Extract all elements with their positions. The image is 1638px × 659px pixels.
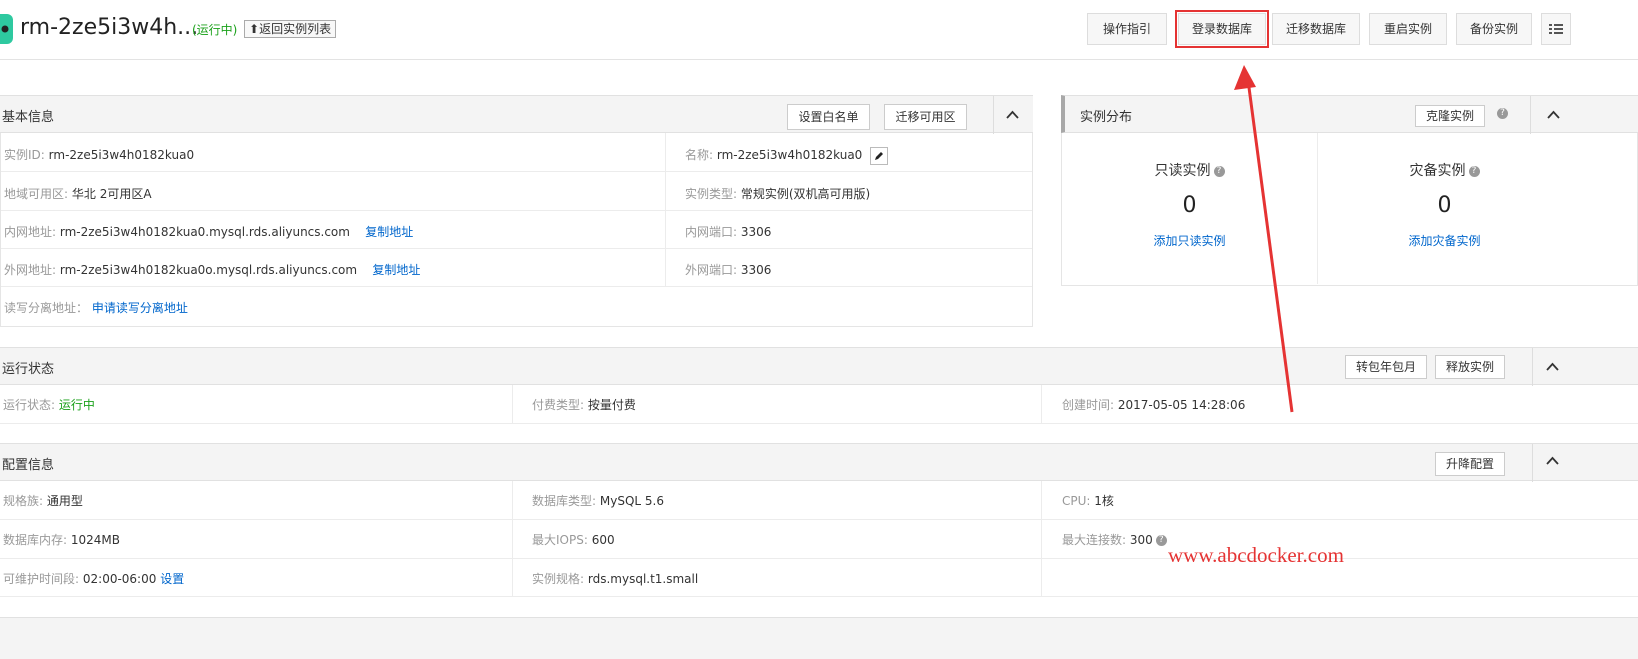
guide-button[interactable]: 操作指引 bbox=[1087, 13, 1167, 45]
spec-label: 实例规格: bbox=[532, 572, 585, 586]
maint-set-link[interactable]: 设置 bbox=[160, 572, 184, 586]
internet-label: 外网地址: bbox=[4, 263, 57, 277]
restart-button[interactable]: 重启实例 bbox=[1369, 13, 1447, 45]
family-label: 规格族: bbox=[3, 494, 44, 508]
migrate-zone-button[interactable]: 迁移可用区 bbox=[884, 104, 967, 130]
logo-icon bbox=[1, 25, 9, 33]
help-icon[interactable]: ? bbox=[1213, 165, 1225, 177]
copy-intranet-link[interactable]: 复制地址 bbox=[365, 225, 413, 239]
instance-id-label: 实例ID: bbox=[4, 148, 45, 162]
iops-value: 600 bbox=[591, 533, 615, 547]
name-value: rm-2ze5i3w4h0182kua0 bbox=[716, 148, 863, 162]
instance-id-value: rm-2ze5i3w4h0182kua0 bbox=[48, 148, 195, 162]
maint-label: 可维护时间段: bbox=[3, 572, 80, 586]
collapse-icon[interactable] bbox=[1546, 456, 1559, 465]
region-value: 华北 2可用区A bbox=[71, 187, 152, 201]
spec-value: rds.mysql.t1.small bbox=[587, 572, 699, 586]
pencil-icon bbox=[875, 151, 884, 160]
created-label: 创建时间: bbox=[1062, 398, 1115, 412]
name-label: 名称: bbox=[685, 148, 714, 162]
dbtype-label: 数据库类型: bbox=[532, 494, 597, 508]
collapse-icon[interactable] bbox=[1547, 110, 1560, 119]
config-title: 配置信息 bbox=[2, 458, 55, 473]
release-button[interactable]: 释放实例 bbox=[1435, 355, 1505, 379]
next-section-header bbox=[0, 617, 1638, 659]
disaster-label: 灾备实例 bbox=[1409, 163, 1466, 179]
status-label: 运行状态: bbox=[3, 398, 56, 412]
rw-split-label: 读写分离地址： bbox=[4, 301, 89, 315]
internet-port-value: 3306 bbox=[740, 263, 772, 277]
header-divider-v bbox=[1530, 96, 1531, 134]
basic-info-header: 基本信息 设置白名单 迁移可用区 bbox=[0, 95, 1033, 134]
help-icon[interactable]: ? bbox=[1497, 108, 1508, 119]
conn-label: 最大连接数: bbox=[1062, 533, 1127, 547]
config-header: 配置信息 升降配置 bbox=[0, 443, 1638, 482]
arrow-up-icon: ⬆ bbox=[249, 22, 260, 36]
run-status-title: 运行状态 bbox=[2, 362, 55, 377]
internet-value: rm-2ze5i3w4h0182kua0o.mysql.rds.aliyuncs… bbox=[59, 263, 358, 277]
migrate-db-button[interactable]: 迁移数据库 bbox=[1272, 13, 1360, 45]
list-icon bbox=[1549, 24, 1563, 34]
billing-value: 按量付费 bbox=[587, 398, 636, 412]
help-icon[interactable]: ? bbox=[1468, 165, 1480, 177]
family-value: 通用型 bbox=[46, 494, 83, 508]
cpu-value: 1核 bbox=[1094, 494, 1114, 508]
disaster-count: 0 bbox=[1437, 193, 1452, 218]
billing-label: 付费类型: bbox=[532, 398, 585, 412]
intranet-label: 内网地址: bbox=[4, 225, 57, 239]
run-status-body: 运行状态: 运行中 付费类型: 按量付费 创建时间: 2017-05-05 14… bbox=[0, 385, 1638, 424]
type-value: 常规实例(双机高可用版) bbox=[740, 187, 871, 201]
readonly-label: 只读实例 bbox=[1154, 163, 1211, 179]
intranet-value: rm-2ze5i3w4h0182kua0.mysql.rds.aliyuncs.… bbox=[59, 225, 350, 239]
internet-port-label: 外网端口: bbox=[685, 263, 738, 277]
instance-logo bbox=[0, 14, 13, 44]
dbtype-value: MySQL 5.6 bbox=[599, 494, 664, 508]
maint-value: 02:00-06:00 bbox=[82, 572, 157, 586]
region-label: 地域可用区: bbox=[4, 187, 69, 201]
basic-info-body: 实例ID: rm-2ze5i3w4h0182kua0 名称: rm-2ze5i3… bbox=[0, 133, 1033, 327]
add-disaster-link[interactable]: 添加灾备实例 bbox=[1317, 232, 1572, 249]
iops-label: 最大IOPS: bbox=[532, 533, 588, 547]
intranet-port-label: 内网端口: bbox=[685, 225, 738, 239]
created-value: 2017-05-05 14:28:06 bbox=[1117, 398, 1246, 412]
instance-status: (运行中) bbox=[192, 23, 238, 37]
to-subscription-button[interactable]: 转包年包月 bbox=[1345, 355, 1427, 379]
distribution-body: 只读实例? 0 添加只读实例 灾备实例? 0 添加灾备实例 bbox=[1061, 133, 1638, 286]
conn-value: 300 bbox=[1129, 533, 1153, 547]
status-value: 运行中 bbox=[58, 398, 95, 412]
backup-button[interactable]: 备份实例 bbox=[1456, 13, 1532, 45]
copy-internet-link[interactable]: 复制地址 bbox=[372, 263, 420, 277]
intranet-port-value: 3306 bbox=[740, 225, 772, 239]
instance-title: rm-2ze5i3w4h... bbox=[20, 15, 199, 40]
edit-name-button[interactable] bbox=[870, 146, 889, 165]
watermark: www.abcdocker.com bbox=[1168, 543, 1344, 567]
menu-button[interactable] bbox=[1541, 13, 1571, 45]
collapse-icon[interactable] bbox=[1006, 110, 1019, 119]
header-divider-v bbox=[993, 96, 994, 134]
basic-info-title: 基本信息 bbox=[2, 110, 55, 125]
back-to-list-button[interactable]: ⬆返回实例列表 bbox=[244, 20, 337, 38]
header-divider bbox=[0, 59, 1638, 60]
distribution-title: 实例分布 bbox=[1080, 110, 1133, 125]
header-divider-v bbox=[1532, 444, 1533, 482]
distribution-header: 实例分布 克隆实例 ? bbox=[1061, 95, 1638, 134]
whitelist-button[interactable]: 设置白名单 bbox=[787, 104, 870, 130]
resize-button[interactable]: 升降配置 bbox=[1435, 452, 1505, 476]
memory-label: 数据库内存: bbox=[3, 533, 68, 547]
config-body: 规格族: 通用型 数据库类型: MySQL 5.6 CPU: 1核 数据库内存:… bbox=[0, 481, 1638, 597]
help-icon[interactable]: ? bbox=[1155, 535, 1167, 546]
run-status-header: 运行状态 转包年包月 释放实例 bbox=[0, 347, 1638, 386]
type-label: 实例类型: bbox=[685, 187, 738, 201]
annotation-arrow bbox=[1234, 65, 1294, 413]
clone-button[interactable]: 克隆实例 bbox=[1415, 105, 1485, 127]
cpu-label: CPU: bbox=[1062, 494, 1091, 508]
rw-split-link[interactable]: 申请读写分离地址 bbox=[92, 301, 188, 315]
header-divider-v bbox=[1532, 348, 1533, 386]
collapse-icon[interactable] bbox=[1546, 362, 1559, 371]
memory-value: 1024MB bbox=[70, 533, 120, 547]
login-db-button[interactable]: 登录数据库 bbox=[1175, 10, 1269, 48]
